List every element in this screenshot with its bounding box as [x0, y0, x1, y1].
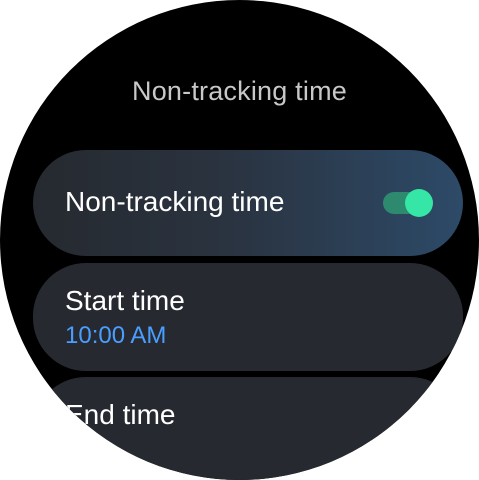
toggle-switch[interactable] [383, 189, 433, 217]
end-time-value: PM [65, 436, 101, 463]
start-time-chip[interactable]: Start time 10:00 AM [33, 263, 463, 371]
toggle-knob [405, 189, 433, 217]
watch-face: Non-tracking time Non-tracking time Star… [0, 0, 479, 480]
non-tracking-time-toggle-chip[interactable]: Non-tracking time [33, 150, 463, 256]
start-time-value: 10:00 AM [65, 322, 167, 349]
screen-title: Non-tracking time [132, 76, 347, 106]
end-time-label: End time [65, 399, 176, 430]
end-time-chip[interactable]: End time PM [33, 377, 463, 480]
start-time-label: Start time [65, 285, 185, 316]
toggle-chip-label: Non-tracking time [65, 186, 285, 217]
